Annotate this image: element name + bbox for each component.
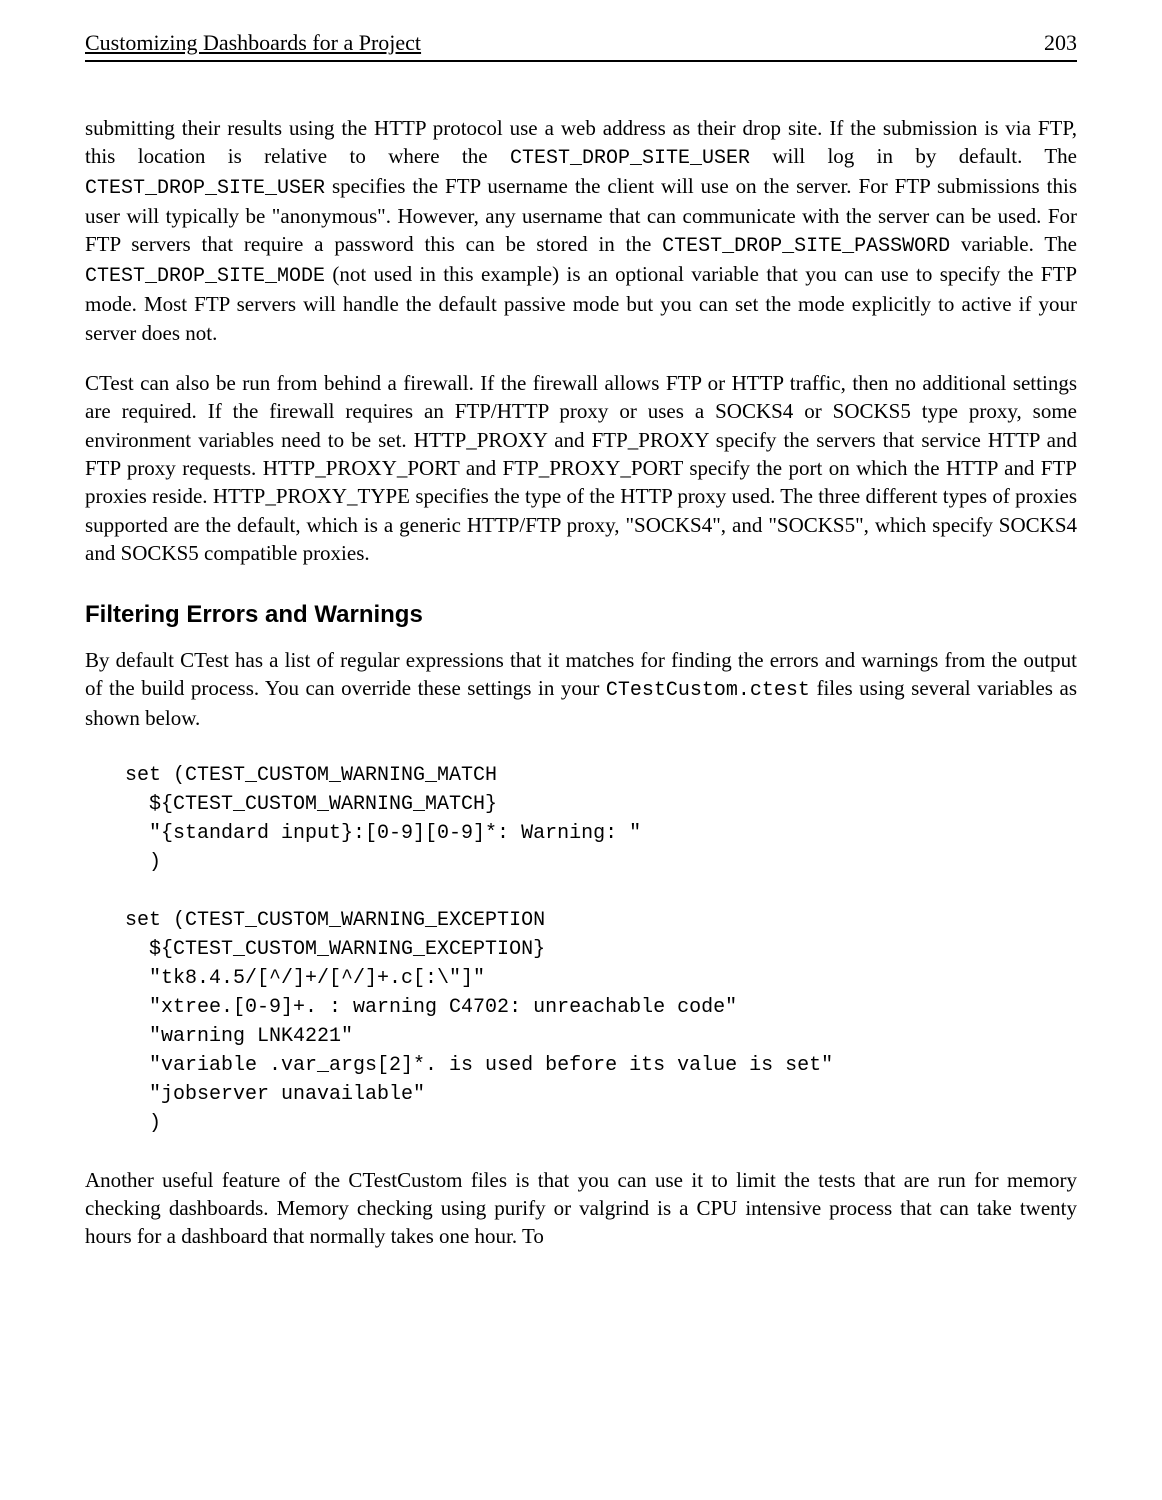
section-heading: Filtering Errors and Warnings xyxy=(85,599,1077,631)
code-inline: CTEST_DROP_SITE_PASSWORD xyxy=(662,235,950,258)
page: Customizing Dashboards for a Project 203… xyxy=(0,0,1162,1313)
paragraph-4: Another useful feature of the CTestCusto… xyxy=(85,1166,1077,1251)
paragraph-1: submitting their results using the HTTP … xyxy=(85,114,1077,347)
running-head: Customizing Dashboards for a Project 203 xyxy=(85,28,1077,62)
running-title: Customizing Dashboards for a Project xyxy=(85,28,421,58)
paragraph-2: CTest can also be run from behind a fire… xyxy=(85,369,1077,567)
text: variable. The xyxy=(950,232,1077,256)
code-inline: CTEST_DROP_SITE_MODE xyxy=(85,265,325,288)
paragraph-3: By default CTest has a list of regular e… xyxy=(85,646,1077,733)
code-inline: CTestCustom.ctest xyxy=(606,679,810,702)
page-number: 203 xyxy=(1044,28,1077,58)
text: will log in by default. The xyxy=(750,144,1077,168)
code-block: set (CTEST_CUSTOM_WARNING_MATCH ${CTEST_… xyxy=(125,761,1077,1138)
code-inline: CTEST_DROP_SITE_USER xyxy=(510,147,750,170)
code-inline: CTEST_DROP_SITE_USER xyxy=(85,177,325,200)
